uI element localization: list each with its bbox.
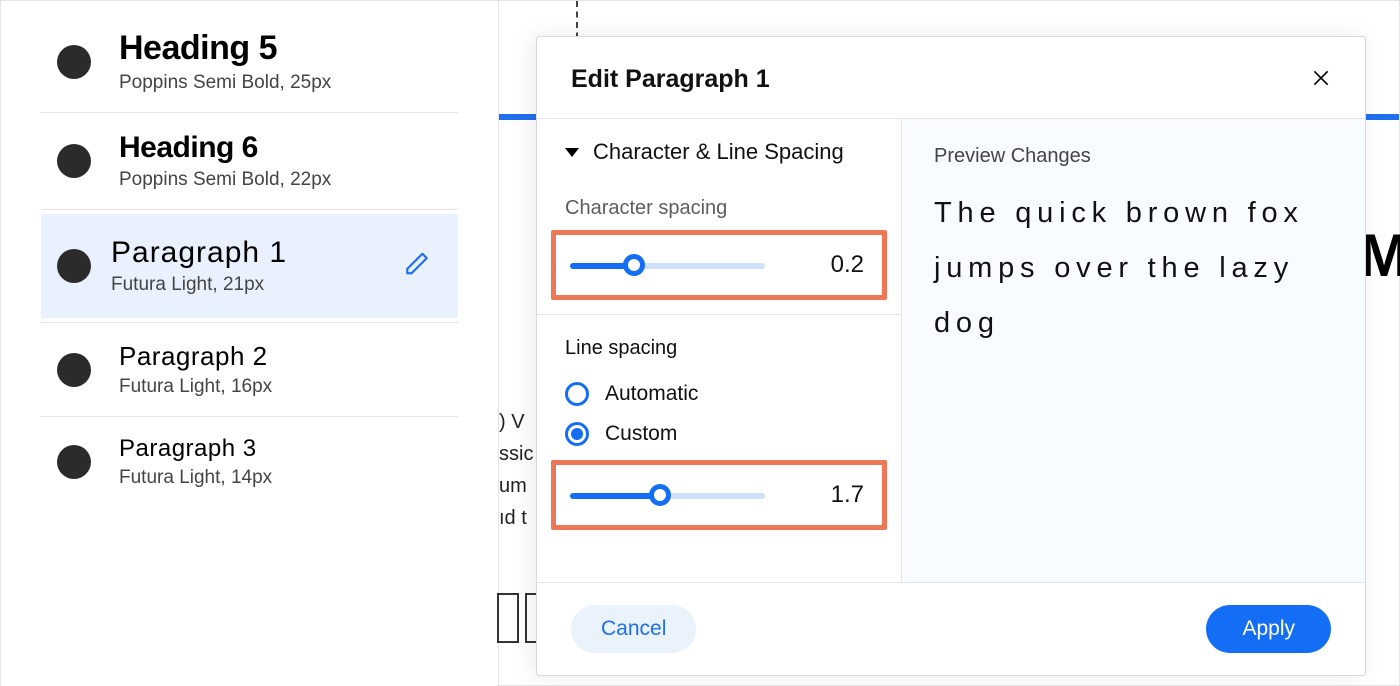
style-item-heading-6[interactable]: Heading 6 Poppins Semi Bold, 22px (1, 113, 498, 209)
style-item-paragraph-1[interactable]: Paragraph 1 Futura Light, 21px (41, 214, 458, 318)
character-spacing-slider[interactable] (570, 257, 765, 273)
preview-label: Preview Changes (934, 145, 1333, 168)
style-name: Paragraph 1 (111, 236, 442, 270)
style-name: Paragraph 3 (119, 435, 462, 463)
radio-label: Automatic (605, 382, 698, 406)
caret-down-icon (565, 148, 579, 157)
character-spacing-control: 0.2 (551, 230, 887, 300)
dialog-footer: Cancel Apply (537, 582, 1365, 675)
canvas-text-fragment: ) V ssic um ıd t (499, 406, 539, 534)
line-spacing-value: 1.7 (831, 481, 864, 509)
style-name: Paragraph 2 (119, 341, 462, 372)
dialog-preview-pane: Preview Changes The quick brown fox jump… (902, 119, 1365, 582)
radio-automatic[interactable]: Automatic (565, 374, 873, 414)
dialog-header: Edit Paragraph 1 (537, 37, 1365, 118)
label-line-spacing: Line spacing (537, 325, 901, 370)
style-meta: Poppins Semi Bold, 22px (119, 169, 462, 191)
style-item-paragraph-3[interactable]: Paragraph 3 Futura Light, 14px (1, 417, 498, 507)
divider (41, 209, 458, 210)
style-name: Heading 5 (119, 29, 462, 68)
line-spacing-radio-group: Automatic Custom (537, 370, 901, 460)
style-swatch-icon (57, 353, 91, 387)
style-swatch-icon (57, 45, 91, 79)
style-swatch-icon (57, 445, 91, 479)
label-character-spacing: Character spacing (537, 185, 901, 230)
section-title: Character & Line Spacing (593, 139, 844, 165)
dialog-controls-pane: Character & Line Spacing Character spaci… (537, 119, 902, 582)
line-spacing-slider[interactable] (570, 487, 765, 503)
style-swatch-icon (57, 249, 91, 283)
dialog-title: Edit Paragraph 1 (571, 65, 770, 94)
edit-style-dialog: Edit Paragraph 1 Character & Line Spacin… (536, 36, 1366, 676)
style-meta: Futura Light, 16px (119, 376, 462, 398)
radio-label: Custom (605, 422, 677, 446)
divider (537, 314, 901, 315)
style-meta: Futura Light, 21px (111, 274, 442, 296)
cancel-button[interactable]: Cancel (571, 605, 696, 653)
dialog-body: Character & Line Spacing Character spaci… (537, 118, 1365, 582)
radio-icon (565, 382, 589, 406)
character-spacing-value: 0.2 (831, 251, 864, 279)
radio-custom[interactable]: Custom (565, 414, 873, 454)
radio-icon (565, 422, 589, 446)
preview-text: The quick brown fox jumps over the lazy … (934, 186, 1333, 351)
style-meta: Poppins Semi Bold, 25px (119, 72, 462, 94)
app-root: Heading 5 Poppins Semi Bold, 25px Headin… (0, 0, 1400, 686)
style-item-heading-5[interactable]: Heading 5 Poppins Semi Bold, 25px (1, 11, 498, 112)
style-name: Heading 6 (119, 131, 462, 165)
text-styles-panel: Heading 5 Poppins Semi Bold, 25px Headin… (1, 1, 499, 686)
pencil-icon[interactable] (404, 251, 430, 282)
section-toggle-spacing[interactable]: Character & Line Spacing (537, 119, 901, 185)
line-spacing-control: 1.7 (551, 460, 887, 530)
apply-button[interactable]: Apply (1206, 605, 1331, 653)
close-icon[interactable] (1311, 68, 1331, 92)
style-item-paragraph-2[interactable]: Paragraph 2 Futura Light, 16px (1, 323, 498, 416)
style-meta: Futura Light, 14px (119, 467, 462, 489)
style-swatch-icon (57, 144, 91, 178)
